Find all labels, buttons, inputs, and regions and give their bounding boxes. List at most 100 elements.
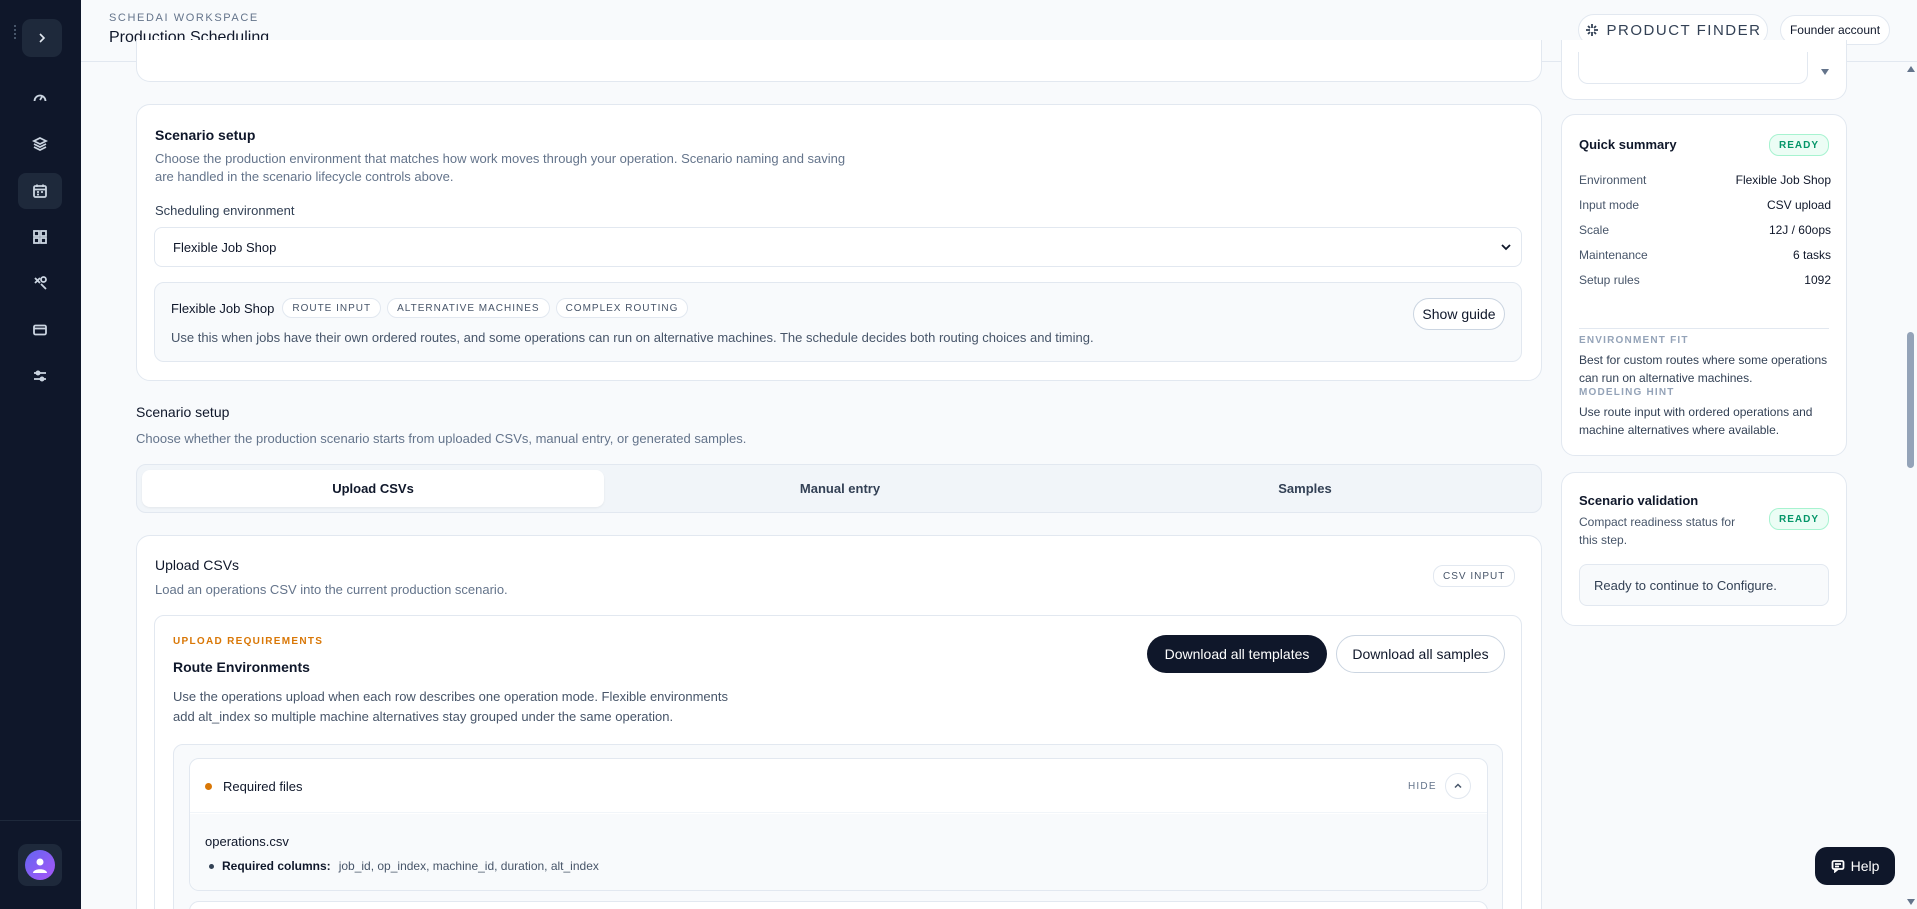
nav-item-dashboard[interactable] <box>18 80 62 116</box>
user-menu-button[interactable] <box>18 844 62 886</box>
environment-info-panel: Flexible Job Shop ROUTE INPUT ALTERNATIV… <box>154 282 1522 362</box>
avatar <box>25 850 55 880</box>
tab-manual-entry[interactable]: Manual entry <box>609 470 1071 507</box>
scenario-picker-card <box>1561 40 1847 100</box>
summary-row-environment: Environment Flexible Job Shop <box>1579 173 1831 187</box>
tag-complex-routing: COMPLEX ROUTING <box>555 298 689 318</box>
environment-select-value: Flexible Job Shop <box>173 239 277 255</box>
route-environments-title: Route Environments <box>173 659 310 675</box>
summary-key: Maintenance <box>1579 248 1648 262</box>
card-icon <box>33 324 47 336</box>
modeling-hint-text: Use route input with ordered operations … <box>1579 405 1813 437</box>
summary-key: Setup rules <box>1579 273 1640 287</box>
route-environments-desc: Use the operations upload when each row … <box>173 689 728 724</box>
page-scrollbar[interactable] <box>1904 62 1917 909</box>
summary-value: CSV upload <box>1766 198 1831 212</box>
apps-icon <box>33 230 47 244</box>
required-columns-item: Required columns: job_id, op_index, mach… <box>209 859 599 873</box>
modeling-hint-label: MODELING HINT <box>1579 387 1675 398</box>
download-samples-button[interactable]: Download all samples <box>1336 635 1505 673</box>
sparkle-icon <box>1585 24 1598 36</box>
tab-upload-csvs[interactable]: Upload CSVs <box>142 470 604 507</box>
scroll-up-arrow[interactable] <box>1907 66 1915 72</box>
chevron-up-icon <box>1454 783 1462 789</box>
summary-divider <box>1579 328 1829 329</box>
summary-row-setup-rules: Setup rules 1092 <box>1579 273 1831 287</box>
csv-input-badge: CSV INPUT <box>1433 565 1516 587</box>
input-section-desc: Choose whether the production scenario s… <box>136 431 747 446</box>
product-finder-label: PRODUCT FINDER <box>1606 21 1762 39</box>
nav-item-tools[interactable] <box>18 265 62 301</box>
tag-route-input: ROUTE INPUT <box>282 298 382 318</box>
upload-card-desc: Load an operations CSV into the current … <box>155 582 508 597</box>
collapse-button[interactable] <box>1445 773 1471 799</box>
required-files-body: operations.csv Required columns: job_id,… <box>190 814 1487 890</box>
environment-info-header: Flexible Job Shop ROUTE INPUT ALTERNATIV… <box>171 298 689 318</box>
show-guide-button[interactable]: Show guide <box>1413 298 1505 330</box>
validation-title: Scenario validation <box>1579 493 1699 508</box>
chevron-right-icon <box>39 33 46 43</box>
summary-value: 1092 <box>1804 273 1831 287</box>
environment-select[interactable]: Flexible Job Shop <box>154 227 1522 267</box>
scenario-lifecycle-card <box>136 40 1542 82</box>
summary-row-scale: Scale 12J / 60ops <box>1579 223 1831 237</box>
tab-samples[interactable]: Samples <box>1074 470 1536 507</box>
user-icon <box>33 858 47 873</box>
quick-summary-title: Quick summary <box>1579 137 1677 152</box>
status-dot <box>205 783 212 790</box>
nav-rail <box>0 0 81 909</box>
nav-item-apps[interactable] <box>18 219 62 255</box>
upload-card-title: Upload CSVs <box>155 557 240 573</box>
summary-value: 12J / 60ops <box>1768 223 1831 237</box>
workspace-label: SCHEDAI WORKSPACE <box>109 12 259 24</box>
columns-list: job_id, op_index, machine_id, duration, … <box>338 859 599 873</box>
environment-fit-text: Best for custom routes where some operat… <box>1579 353 1828 385</box>
hide-label[interactable]: HIDE <box>1408 781 1437 792</box>
validation-message: Ready to continue to Configure. <box>1579 564 1829 606</box>
scrollbar-thumb[interactable] <box>1907 332 1914 468</box>
summary-key: Scale <box>1579 223 1610 237</box>
required-files-panel: Required files HIDE operations.csv Requi… <box>189 758 1488 891</box>
nav-item-layers[interactable] <box>18 126 62 162</box>
help-label: Help <box>1850 858 1880 874</box>
environment-fit-label: ENVIRONMENT FIT <box>1579 335 1689 346</box>
dashboard-icon <box>33 94 47 102</box>
nav-item-scheduling[interactable] <box>18 173 62 209</box>
sliders-icon <box>34 370 46 382</box>
scenario-select[interactable] <box>1578 52 1808 84</box>
required-files-header[interactable]: Required files HIDE <box>190 759 1487 813</box>
upload-requirements-eyebrow: UPLOAD REQUIREMENTS <box>173 636 324 647</box>
input-mode-tabs: Upload CSVs Manual entry Samples <box>136 464 1542 513</box>
nav-item-billing[interactable] <box>18 312 62 348</box>
rail-divider <box>0 820 81 821</box>
summary-row-input-mode: Input mode CSV upload <box>1579 198 1831 212</box>
summary-key: Environment <box>1579 173 1647 187</box>
scenario-validation-card: Scenario validation Compact readiness st… <box>1561 472 1847 626</box>
help-button[interactable]: Help <box>1815 847 1895 885</box>
layers-icon <box>32 136 48 152</box>
validation-desc: Compact readiness status for this step. <box>1579 515 1736 547</box>
caret-down-icon <box>1821 69 1829 75</box>
file-name: operations.csv <box>205 834 289 849</box>
drag-handle[interactable] <box>14 25 16 39</box>
download-templates-button[interactable]: Download all templates <box>1147 635 1327 673</box>
expand-sidebar-button[interactable] <box>22 19 62 57</box>
columns-label: Required columns: <box>222 859 331 873</box>
nav-item-settings[interactable] <box>18 358 62 394</box>
summary-value: 6 tasks <box>1792 248 1831 262</box>
summary-row-maintenance: Maintenance 6 tasks <box>1579 248 1831 262</box>
input-section-title: Scenario setup <box>136 404 230 420</box>
bullet <box>209 863 214 869</box>
environment-card-title: Scenario setup <box>155 127 256 143</box>
calendar-icon <box>33 184 47 198</box>
validation-status-badge: READY <box>1769 508 1830 530</box>
tag-alternative-machines: ALTERNATIVE MACHINES <box>387 298 550 318</box>
summary-value: Flexible Job Shop <box>1735 173 1831 187</box>
chevron-down-icon <box>1501 244 1511 251</box>
scroll-down-arrow[interactable] <box>1907 899 1915 905</box>
chat-icon <box>1831 860 1844 873</box>
environment-info-desc: Use this when jobs have their own ordere… <box>171 330 1094 345</box>
summary-key: Input mode <box>1579 198 1640 212</box>
environment-info-name: Flexible Job Shop <box>171 300 275 316</box>
next-file-panel <box>189 901 1488 909</box>
